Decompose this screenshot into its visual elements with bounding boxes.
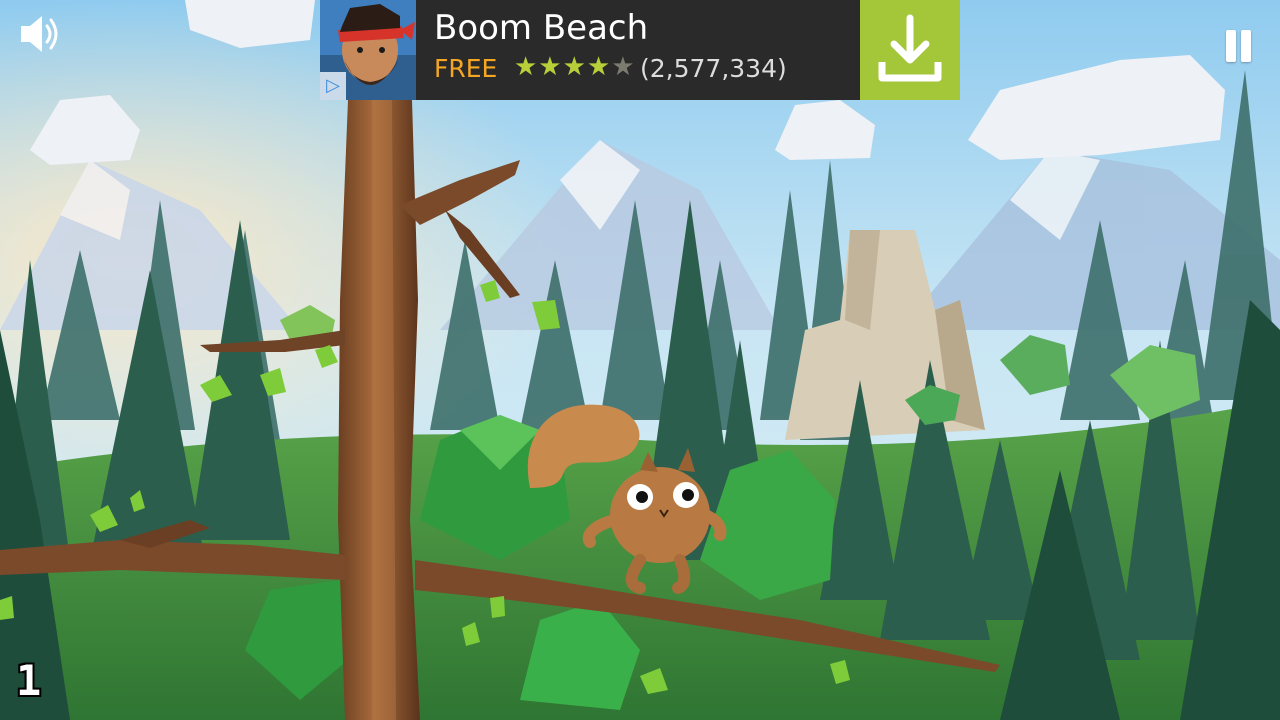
score-counter: 1 [16,656,42,705]
review-count: (2,577,334) [640,54,787,83]
star-icon-half: ★ [611,52,636,82]
ad-banner[interactable]: ▷ Boom Beach FREE ★★★★★ (2,577,334) [320,0,960,100]
speaker-icon [21,16,58,52]
pause-button[interactable] [1222,30,1256,64]
ad-app-name: Boom Beach [434,8,649,48]
rating-stars: ★★★★★ [514,52,636,82]
star-icons-filled: ★★★★ [514,52,612,82]
download-icon [878,14,942,82]
app-icon[interactable]: ▷ [320,0,416,100]
game-scene[interactable] [0,0,1280,720]
sound-toggle-button[interactable] [18,12,66,56]
ad-price: FREE [434,54,498,83]
download-button[interactable] [860,0,960,100]
pause-icon [1226,30,1236,62]
adchoices-icon[interactable]: ▷ [320,72,346,100]
